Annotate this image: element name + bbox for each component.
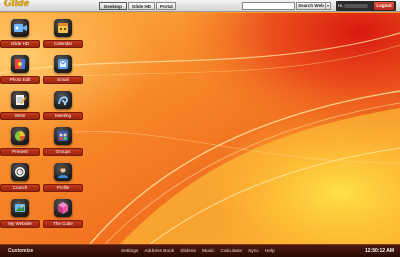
chevron-down-icon[interactable]: ▾ xyxy=(326,2,331,10)
greeting-text: Hi, xyxy=(338,3,344,8)
desktop-icon-my-website[interactable]: My Website xyxy=(0,197,40,233)
icon-label: Calendar xyxy=(43,40,83,48)
icon-label: Email xyxy=(43,76,83,84)
user-area: Hi, Logout xyxy=(336,1,396,11)
taskbar-link-settings[interactable]: Settings xyxy=(121,248,138,255)
glide-logo[interactable]: Glide xyxy=(4,0,29,11)
present-icon xyxy=(11,127,29,145)
desktop-icon-write[interactable]: Write xyxy=(0,89,40,125)
icon-label: Crunch xyxy=(0,184,40,192)
icon-label: Glide HD xyxy=(0,40,40,48)
icon-label: Meeting xyxy=(43,112,83,120)
profile-icon xyxy=(54,163,72,181)
logout-button[interactable]: Logout xyxy=(374,2,394,10)
taskbar-link-help[interactable]: Help xyxy=(265,248,275,255)
taskbar: Customize Settings Address Book Slideos … xyxy=(0,244,400,257)
search-input[interactable] xyxy=(242,2,295,10)
desktop-icon-meeting[interactable]: Meeting xyxy=(43,89,83,125)
icon-label: My Website xyxy=(0,220,40,228)
desktop-icon-crunch[interactable]: Crunch xyxy=(0,161,40,197)
groups-icon xyxy=(54,127,72,145)
desktop-icon-calendar[interactable]: Calendar xyxy=(43,17,83,53)
taskbar-link-calculator[interactable]: Calculator xyxy=(220,248,242,255)
user-name-redacted xyxy=(344,4,368,8)
meeting-icon xyxy=(54,91,72,109)
desktop-icon-present[interactable]: Present xyxy=(0,125,40,161)
cube-icon xyxy=(54,199,72,217)
email-icon xyxy=(54,55,72,73)
desktop-icon-profile[interactable]: Profile xyxy=(43,161,83,197)
calendar-icon xyxy=(54,19,72,37)
taskbar-link-music[interactable]: Music xyxy=(202,248,215,255)
icon-label: Profile xyxy=(43,184,83,192)
desktop-icon-glide-hd[interactable]: Glide HD xyxy=(0,17,40,53)
tab-glide-hd[interactable]: Glide HD xyxy=(128,2,155,10)
taskbar-link-address-book[interactable]: Address Book xyxy=(144,248,174,255)
search-web-button[interactable]: Search Web xyxy=(296,2,326,10)
video-icon xyxy=(11,19,29,37)
crunch-icon xyxy=(11,163,29,181)
icon-label: Present xyxy=(0,148,40,156)
top-bar: Glide Desktop Glide HD Portal Search Web… xyxy=(0,0,400,12)
nav-tabs: Desktop Glide HD Portal xyxy=(99,2,177,10)
customize-button[interactable]: Customize xyxy=(8,248,33,255)
desktop-icon-the-cube[interactable]: The Cube xyxy=(43,197,83,233)
desktop-icon-email[interactable]: Email xyxy=(43,53,83,89)
tab-desktop[interactable]: Desktop xyxy=(99,2,127,10)
taskbar-link-slideos[interactable]: Slideos xyxy=(180,248,196,255)
desktop-icon-photo-edit[interactable]: Photo Edit xyxy=(0,53,40,89)
tab-portal[interactable]: Portal xyxy=(156,2,176,10)
desktop-icon-groups[interactable]: Groups xyxy=(43,125,83,161)
taskbar-link-sync[interactable]: Sync xyxy=(248,248,259,255)
icon-label: Groups xyxy=(43,148,83,156)
icon-label: Photo Edit xyxy=(0,76,40,84)
write-icon xyxy=(11,91,29,109)
website-icon xyxy=(11,199,29,217)
photo-edit-icon xyxy=(11,55,29,73)
taskbar-links: Settings Address Book Slideos Music Calc… xyxy=(121,248,281,255)
icon-label: The Cube xyxy=(43,220,83,228)
icon-label: Write xyxy=(0,112,40,120)
clock: 12:50:12 AM xyxy=(365,248,394,254)
